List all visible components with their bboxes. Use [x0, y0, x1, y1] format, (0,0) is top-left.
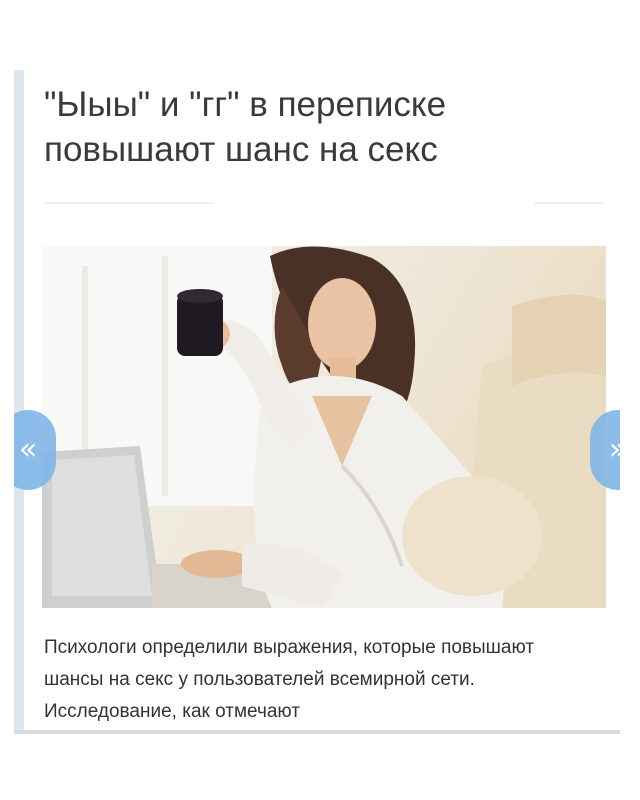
- double-chevron-left-icon: «: [18, 432, 38, 467]
- article-excerpt: Психологи определили выражения, которые …: [44, 637, 535, 722]
- left-accent-bar: [14, 70, 24, 734]
- slider-prev-button[interactable]: «: [14, 410, 56, 490]
- article-photo[interactable]: [42, 246, 606, 608]
- slider-next-button[interactable]: »: [590, 410, 620, 490]
- article-card: "Ыыы" и "гг" в переписке повышают шанс н…: [14, 70, 620, 734]
- bottom-divider: [14, 730, 620, 734]
- woman-with-mug-at-laptop-photo: [42, 246, 606, 608]
- article-meta-placeholder-right: [534, 202, 604, 204]
- article-meta-placeholder: [44, 202, 214, 204]
- article-title[interactable]: "Ыыы" и "гг" в переписке повышают шанс н…: [44, 82, 604, 172]
- double-chevron-right-icon: »: [590, 410, 620, 490]
